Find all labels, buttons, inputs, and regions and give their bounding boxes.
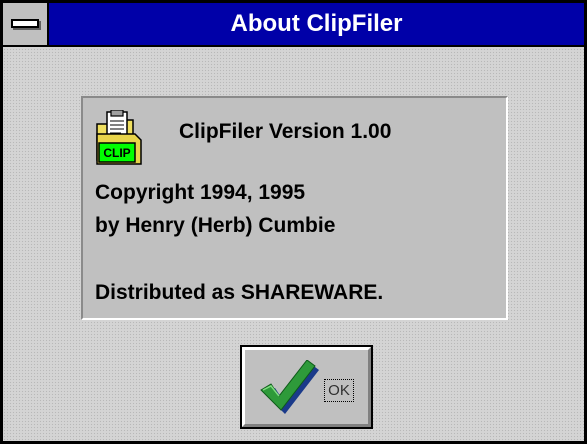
system-menu-button[interactable]	[3, 3, 49, 45]
about-dialog: About ClipFiler CLIP ClipFiler Version 1…	[0, 0, 587, 444]
ok-label: OK	[324, 379, 354, 402]
copyright-text: Copyright 1994, 1995	[95, 181, 306, 204]
version-text: ClipFiler Version 1.00	[179, 120, 392, 143]
checkmark-icon	[260, 360, 319, 414]
about-info-panel: CLIP ClipFiler Version 1.00 Copyright 19…	[81, 96, 508, 320]
clipfiler-clip-folder-icon: CLIP	[96, 110, 142, 165]
shareware-notice: Distributed as SHAREWARE.	[95, 281, 384, 304]
author-text: by Henry (Herb) Cumbie	[95, 214, 336, 237]
title-bar[interactable]: About ClipFiler	[3, 3, 584, 47]
ok-button[interactable]: OK	[240, 345, 373, 429]
ok-button-face[interactable]: OK	[242, 347, 371, 427]
svg-text:CLIP: CLIP	[103, 146, 130, 160]
window-title: About ClipFiler	[230, 10, 403, 37]
system-menu-icon	[11, 19, 39, 28]
